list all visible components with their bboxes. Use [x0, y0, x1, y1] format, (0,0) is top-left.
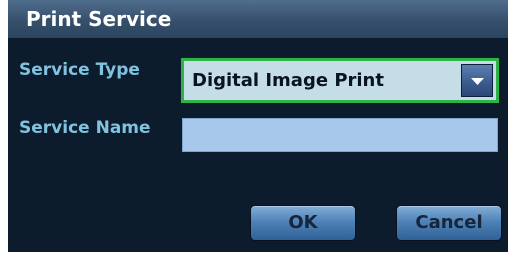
service-name-input[interactable]	[182, 118, 498, 152]
ok-button[interactable]: OK	[250, 205, 356, 241]
service-type-dropdown-button[interactable]	[461, 64, 493, 97]
dialog-title-bar[interactable]: Print Service	[8, 0, 508, 38]
service-type-select[interactable]: Digital Image Print	[181, 58, 499, 103]
cancel-button[interactable]: Cancel	[396, 205, 502, 241]
service-type-label: Service Type	[19, 60, 140, 80]
dialog-title: Print Service	[26, 7, 172, 31]
print-service-dialog: Print Service Service Type Digital Image…	[8, 0, 508, 252]
service-name-label: Service Name	[19, 118, 151, 138]
chevron-down-icon	[471, 78, 484, 85]
service-type-selected-value: Digital Image Print	[192, 70, 384, 91]
